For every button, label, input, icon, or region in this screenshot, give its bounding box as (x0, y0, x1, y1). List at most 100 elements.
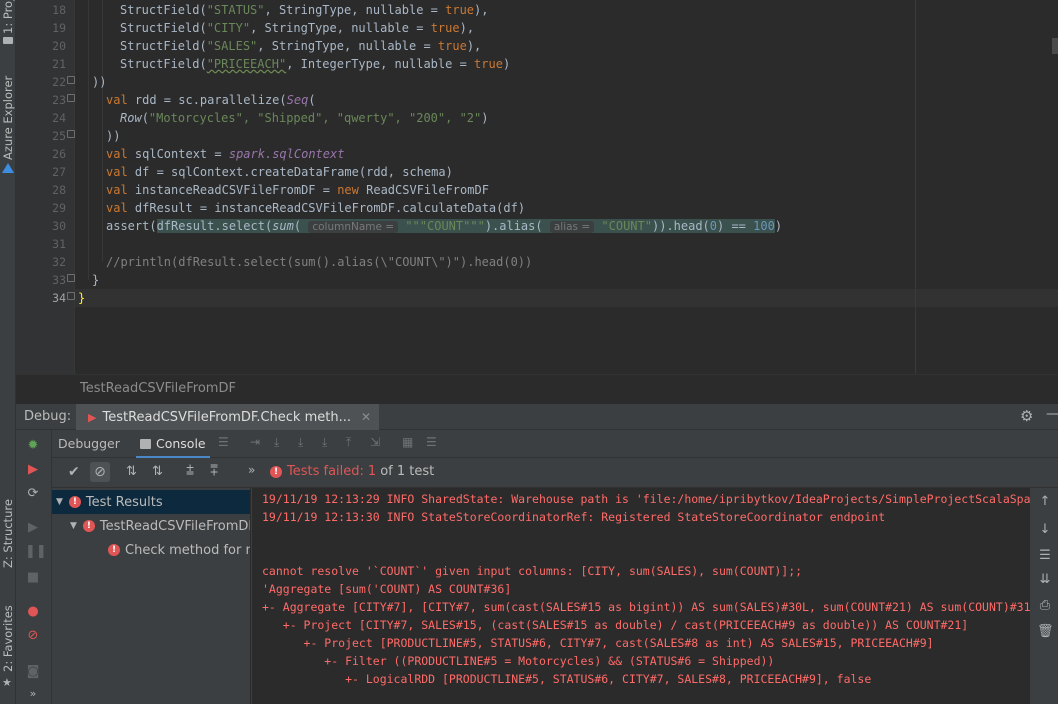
sort-alphabetically-icon[interactable]: ⇅ (126, 464, 137, 479)
close-icon[interactable]: ✕ (361, 410, 371, 424)
pause-icon[interactable]: ❚❚ (25, 544, 47, 560)
fold-marker-icon[interactable] (67, 94, 75, 102)
code-line-29: val dfResult = instanceReadCSVFileFromDF… (106, 201, 526, 215)
test-status: ! Tests failed: 1 of 1 test (270, 464, 434, 479)
left-tool-strip: 1: Project Azure Explorer Z: Structure 2… (0, 0, 16, 704)
test-run-icon: ▶ (88, 410, 97, 424)
line-number: 32 (52, 255, 66, 269)
minimize-icon[interactable]: — (1046, 406, 1058, 422)
code-line-18: StructField("STATUS", StringType, nullab… (120, 3, 489, 17)
azure-icon (2, 163, 14, 173)
right-margin-line (915, 0, 916, 374)
tab-console[interactable]: Console (156, 436, 206, 451)
star-icon: ★ (2, 676, 12, 689)
parameter-hint: alias = (549, 221, 595, 233)
code-line-22: )) (92, 75, 107, 89)
test-results-tree: ▼ ! Test Results ▼ ! TestReadCSVFileFrom… (52, 488, 251, 704)
line-number: 23 (52, 93, 66, 107)
test-runner-toolbar: ✔ ⊘ ⇅ ⇅ ⩲ ⩱ » ! Tests failed: 1 of 1 test (52, 458, 1058, 488)
chevron-down-icon[interactable]: ▼ (56, 497, 63, 507)
caret-row-highlight (74, 289, 1058, 307)
structure-tool-tab[interactable]: Z: Structure (1, 499, 15, 568)
more-icon[interactable]: » (25, 686, 41, 702)
line-number: 19 (52, 21, 66, 35)
show-passed-icon[interactable]: ✔ (68, 464, 80, 480)
console-output[interactable]: 19/11/19 12:13:29 INFO SharedState: Ware… (252, 488, 1030, 704)
more-icon[interactable]: » (248, 463, 255, 477)
menu-icon[interactable]: ☰ (218, 435, 229, 449)
azure-explorer-tool-tab[interactable]: Azure Explorer (1, 76, 15, 160)
stop-icon[interactable]: ■ (25, 570, 41, 586)
gear-icon[interactable]: ⚙ (1020, 407, 1033, 425)
line-number: 25 (52, 129, 66, 143)
sort-by-duration-icon[interactable]: ⇅ (152, 464, 163, 479)
fold-marker-icon[interactable] (67, 292, 75, 300)
error-icon: ! (68, 496, 81, 508)
code-line-33: } (92, 273, 100, 287)
resume-icon[interactable]: ▶ (25, 520, 41, 536)
step-out-icon[interactable]: ⤒ (346, 435, 351, 450)
code-line-34: } (78, 291, 86, 305)
code-line-19: StructField("CITY", StringType, nullable… (120, 21, 475, 35)
line-number: 27 (52, 165, 66, 179)
breakpoints-icon[interactable]: ● (25, 604, 41, 620)
collapse-all-icon[interactable]: ⩱ (210, 463, 218, 479)
rerun-failed-icon[interactable]: ▶ (25, 462, 41, 478)
console-line: 19/11/19 12:13:29 INFO SharedState: Ware… (262, 492, 1030, 506)
line-number: 29 (52, 201, 66, 215)
trace-icon[interactable]: ☰ (426, 435, 437, 449)
expand-all-icon[interactable]: ⩲ (186, 463, 194, 479)
line-number: 24 (52, 111, 66, 125)
debug-session-tab[interactable]: ▶ TestReadCSVFileFromDF.Check meth... ✕ (76, 404, 380, 430)
debug-label: Debug: (24, 409, 72, 424)
mute-breakpoints-icon[interactable]: ⊘ (25, 628, 41, 644)
camera-icon[interactable]: ◙ (25, 664, 41, 680)
evaluate-expression-icon[interactable]: ▦ (402, 435, 413, 449)
force-step-into-icon[interactable]: ⤓ (322, 435, 327, 450)
show-execution-point-icon[interactable]: ⇥ (250, 435, 260, 449)
soft-wrap-icon[interactable]: ☰ (1037, 548, 1053, 563)
favorites-tool-tab[interactable]: 2: Favorites (1, 605, 15, 672)
editor-scroll-marker[interactable] (1052, 38, 1058, 54)
run-to-cursor-icon[interactable]: ⇲ (370, 435, 380, 449)
print-icon[interactable]: ⎙ (1037, 598, 1053, 613)
fold-marker-icon[interactable] (67, 76, 75, 84)
down-arrow-icon[interactable]: ↓ (1037, 522, 1053, 537)
show-ignored-icon[interactable]: ⊘ (90, 462, 110, 482)
error-icon: ! (270, 465, 282, 478)
up-arrow-icon[interactable]: ↑ (1037, 494, 1053, 509)
step-over-icon[interactable]: ⤓ (274, 435, 279, 450)
console-line: +- Project [CITY#7, SALES#15, (cast(SALE… (262, 618, 969, 632)
code-line-28: val instanceReadCSVFileFromDF = new Read… (106, 183, 489, 197)
code-line-27: val df = sqlContext.createDataFrame(rdd,… (106, 165, 453, 179)
bug-icon[interactable]: ✹ (25, 438, 41, 454)
line-number: 33 (52, 273, 66, 287)
breadcrumb-item[interactable]: TestReadCSVFileFromDF (80, 381, 236, 396)
debug-header: Debug: ▶ TestReadCSVFileFromDF.Check met… (16, 404, 1058, 430)
tree-row-test[interactable]: ! Check method for n (52, 538, 250, 562)
console-side-toolbar: ↑ ↓ ☰ ⇊ ⎙ 🗑 (1030, 488, 1058, 704)
indent-guide (74, 0, 75, 374)
code-line-26: val sqlContext = spark.sqlContext (106, 147, 345, 161)
code-line-23: val rdd = sc.parallelize(Seq( (106, 93, 316, 107)
tree-row-suite[interactable]: ▼ ! TestReadCSVFileFromDF (52, 514, 250, 538)
line-number: 31 (52, 237, 66, 251)
scroll-to-end-icon[interactable]: ⇊ (1037, 572, 1053, 587)
folder-icon (3, 37, 13, 44)
project-tool-tab[interactable]: 1: Project (1, 0, 15, 34)
console-line: 19/11/19 12:13:30 INFO StateStoreCoordin… (262, 510, 886, 524)
line-number: 21 (52, 57, 66, 71)
code-editor[interactable]: StructField("STATUS", StringType, nullab… (16, 0, 1058, 374)
tab-debugger[interactable]: Debugger (58, 436, 120, 451)
code-line-32: //println(dfResult.select(sum().alias(\"… (106, 255, 533, 269)
chevron-down-icon[interactable]: ▼ (70, 521, 77, 531)
breadcrumb: TestReadCSVFileFromDF (16, 374, 1058, 404)
tree-row-test-results[interactable]: ▼ ! Test Results (52, 490, 250, 514)
fold-marker-icon[interactable] (67, 130, 75, 138)
trash-icon[interactable]: 🗑 (1037, 624, 1054, 639)
console-line: +- Aggregate [CITY#7], [CITY#7, sum(cast… (262, 600, 1030, 614)
console-icon (140, 439, 151, 449)
restore-layout-icon[interactable]: ⟳ (25, 486, 41, 502)
fold-marker-icon[interactable] (67, 274, 75, 282)
step-into-icon[interactable]: ⤓ (298, 435, 303, 450)
